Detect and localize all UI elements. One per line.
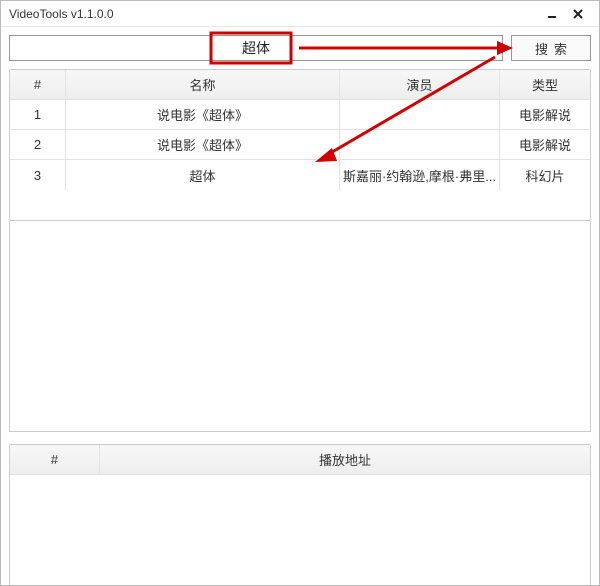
cell-name: 超体 bbox=[66, 160, 340, 190]
col-name[interactable]: 名称 bbox=[66, 70, 340, 99]
col-actor[interactable]: 演员 bbox=[340, 70, 500, 99]
col-index[interactable]: # bbox=[10, 70, 66, 99]
cell-name: 说电影《超体》 bbox=[66, 100, 340, 129]
play-body bbox=[10, 475, 590, 586]
titlebar: VideoTools v1.1.0.0 bbox=[1, 1, 599, 27]
cell-actor bbox=[340, 130, 500, 159]
table-row[interactable]: 3 超体 斯嘉丽·约翰逊,摩根·弗里... 科幻片 bbox=[10, 160, 590, 190]
search-input[interactable]: 超体 bbox=[9, 35, 503, 61]
cell-type: 电影解说 bbox=[500, 100, 590, 129]
cell-type: 电影解说 bbox=[500, 130, 590, 159]
cell-actor: 斯嘉丽·约翰逊,摩根·弗里... bbox=[340, 160, 500, 190]
cell-index: 1 bbox=[10, 100, 66, 129]
play-col-url[interactable]: 播放地址 bbox=[100, 445, 590, 474]
results-table: # 名称 演员 类型 1 说电影《超体》 电影解说 2 说电影《超体》 电影解说… bbox=[9, 69, 591, 221]
cell-type: 科幻片 bbox=[500, 160, 590, 190]
results-body: 1 说电影《超体》 电影解说 2 说电影《超体》 电影解说 3 超体 斯嘉丽·约… bbox=[10, 100, 590, 220]
minimize-button[interactable] bbox=[539, 1, 565, 27]
play-header-row: # 播放地址 bbox=[10, 445, 590, 475]
results-empty-area bbox=[9, 221, 591, 432]
cell-index: 2 bbox=[10, 130, 66, 159]
search-bar: 超体 搜索 bbox=[1, 27, 599, 69]
col-type[interactable]: 类型 bbox=[500, 70, 590, 99]
window-title: VideoTools v1.1.0.0 bbox=[9, 7, 539, 21]
search-button[interactable]: 搜索 bbox=[511, 35, 591, 61]
table-row[interactable]: 1 说电影《超体》 电影解说 bbox=[10, 100, 590, 130]
play-col-index[interactable]: # bbox=[10, 445, 100, 474]
cell-name: 说电影《超体》 bbox=[66, 130, 340, 159]
cell-actor bbox=[340, 100, 500, 129]
results-header-row: # 名称 演员 类型 bbox=[10, 70, 590, 100]
cell-index: 3 bbox=[10, 160, 66, 190]
close-button[interactable] bbox=[565, 1, 591, 27]
table-row[interactable]: 2 说电影《超体》 电影解说 bbox=[10, 130, 590, 160]
app-window: VideoTools v1.1.0.0 超体 搜索 # 名称 演员 类型 1 说… bbox=[0, 0, 600, 586]
play-table: # 播放地址 bbox=[9, 444, 591, 586]
